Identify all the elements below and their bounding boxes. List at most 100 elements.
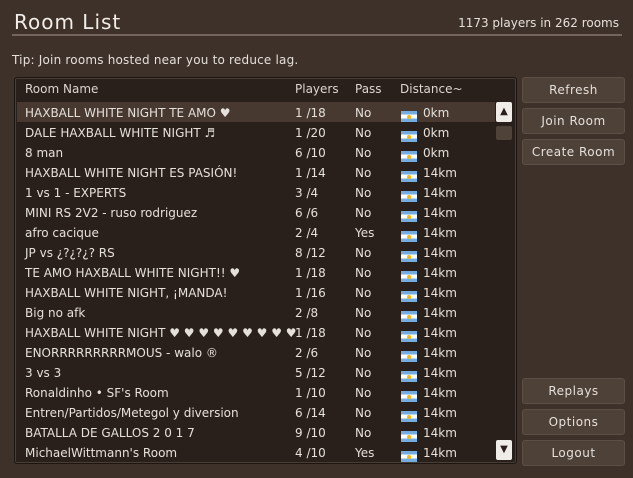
room-distance: 14km [423,166,457,180]
header-pass[interactable]: Pass [355,82,382,96]
room-row[interactable]: Entren/Partidos/Metegol y diversion 6 /14… [17,402,495,422]
room-row[interactable]: 3 vs 3 5 /12 No 14km [17,362,495,382]
page-title: Room List [14,10,122,34]
room-row[interactable]: afro cacique 2 /4 Yes 14km [17,222,495,242]
room-row[interactable]: 8 man 6 /10 No 0km [17,142,495,162]
room-pass: No [355,166,372,180]
player-room-count: 1173 players in 262 rooms [458,16,619,30]
argentina-flag-icon [401,111,417,122]
header-distance[interactable]: Distance~ [400,82,463,96]
room-pass: Yes [355,446,375,460]
scroll-down-button[interactable]: ▼ [496,440,512,460]
room-pass: No [355,386,372,400]
room-pass: No [355,106,372,120]
room-players: 8 /12 [295,246,326,260]
room-players: 1 /20 [295,126,326,140]
room-name: DALE HAXBALL WHITE NIGHT ♬ [25,126,216,140]
refresh-button[interactable]: Refresh [522,77,625,103]
argentina-flag-icon [401,271,417,282]
argentina-flag-icon [401,151,417,162]
scroll-up-button[interactable]: ▲ [496,102,512,122]
room-row[interactable]: 1 vs 1 - EXPERTS 3 /4 No 14km [17,182,495,202]
room-distance: 14km [423,386,457,400]
room-row[interactable]: JP vs ¿?¿?¿? RS 8 /12 No 14km [17,242,495,262]
room-players: 4 /10 [295,446,326,460]
room-players: 1 /18 [295,326,326,340]
room-rows: HAXBALL WHITE NIGHT TE AMO ♥ 1 /18 No 0km DA… [17,102,495,462]
room-players: 1 /10 [295,386,326,400]
header-room-name[interactable]: Room Name [25,82,98,96]
room-distance: 14km [423,446,457,460]
argentina-flag-icon [401,211,417,222]
logout-button[interactable]: Logout [522,440,625,466]
room-players: 6 /6 [295,206,319,220]
room-distance: 0km [423,106,450,120]
room-pass: No [355,246,372,260]
room-distance: 14km [423,346,457,360]
options-button[interactable]: Options [522,409,625,435]
room-row[interactable]: MINI RS 2V2 - ruso rodriguez 6 /6 No 14km [17,202,495,222]
room-row[interactable]: HAXBALL WHITE NIGHT, ¡MANDA! 1 /16 No 14km [17,282,495,302]
room-row[interactable]: Big no afk 2 /8 No 14km [17,302,495,322]
room-name: HAXBALL WHITE NIGHT, ¡MANDA! [25,286,228,300]
room-row[interactable]: HAXBALL WHITE NIGHT ES PASIÓN! 1 /14 No 14k… [17,162,495,182]
room-pass: No [355,326,372,340]
room-players: 5 /12 [295,366,326,380]
room-players: 1 /18 [295,106,326,120]
room-row[interactable]: ENORRRRRRRRRMOUS - walo ® 2 /6 No 14km [17,342,495,362]
room-name: Big no afk [25,306,86,320]
room-players: 1 /14 [295,166,326,180]
room-pass: No [355,306,372,320]
room-distance: 14km [423,226,457,240]
room-distance: 0km [423,126,450,140]
room-row[interactable]: BATALLA DE GALLOS 2 0 1 7 9 /10 No 14km [17,422,495,442]
room-pass: No [355,426,372,440]
room-row[interactable]: DALE HAXBALL WHITE NIGHT ♬ 1 /20 No 0km [17,122,495,142]
room-distance: 14km [423,266,457,280]
room-pass: No [355,266,372,280]
scroll-thumb[interactable] [496,126,512,140]
room-distance: 14km [423,246,457,260]
room-name: 8 man [25,146,64,160]
room-distance: 14km [423,366,457,380]
room-players: 6 /14 [295,406,326,420]
room-pass: No [355,286,372,300]
room-row[interactable]: Ronaldinho • SF's Room 1 /10 No 14km [17,382,495,402]
argentina-flag-icon [401,411,417,422]
room-distance: 14km [423,406,457,420]
room-name: Entren/Partidos/Metegol y diversion [25,406,239,420]
argentina-flag-icon [401,291,417,302]
header-players[interactable]: Players [295,82,339,96]
title-divider [12,34,622,36]
room-pass: Yes [355,226,375,240]
column-headers: Room Name Players Pass Distance~ [15,82,516,98]
room-players: 3 /4 [295,186,319,200]
room-distance: 14km [423,186,457,200]
room-name: afro cacique [25,226,99,240]
join-room-button[interactable]: Join Room [522,108,625,134]
argentina-flag-icon [401,331,417,342]
create-room-button[interactable]: Create Room [522,139,625,165]
room-row[interactable]: HAXBALL WHITE NIGHT TE AMO ♥ 1 /18 No 0km [17,102,495,122]
room-pass: No [355,186,372,200]
room-players: 2 /6 [295,346,319,360]
room-name: MichaelWittmann's Room [25,446,178,460]
room-distance: 14km [423,326,457,340]
argentina-flag-icon [401,131,417,142]
room-row[interactable]: HAXBALL WHITE NIGHT ♥ ♥ ♥ ♥ ♥ ♥ ♥ ♥ ♥ 1 /… [17,322,495,342]
argentina-flag-icon [401,431,417,442]
argentina-flag-icon [401,371,417,382]
room-row[interactable]: MichaelWittmann's Room 4 /10 Yes 14km [17,442,495,462]
argentina-flag-icon [401,351,417,362]
room-list-scrollbar[interactable]: ▲ ▼ [496,102,512,460]
room-row[interactable]: TE AMO HAXBALL WHITE NIGHT!! ♥ 1 /18 No 14k… [17,262,495,282]
tip-text: Tip: Join rooms hosted near you to reduc… [12,53,299,67]
room-distance: 14km [423,206,457,220]
room-players: 1 /16 [295,286,326,300]
replays-button[interactable]: Replays [522,378,625,404]
argentina-flag-icon [401,391,417,402]
room-pass: No [355,206,372,220]
room-name: BATALLA DE GALLOS 2 0 1 7 [25,426,195,440]
room-name: TE AMO HAXBALL WHITE NIGHT!! ♥ [25,266,241,280]
room-distance: 0km [423,146,450,160]
